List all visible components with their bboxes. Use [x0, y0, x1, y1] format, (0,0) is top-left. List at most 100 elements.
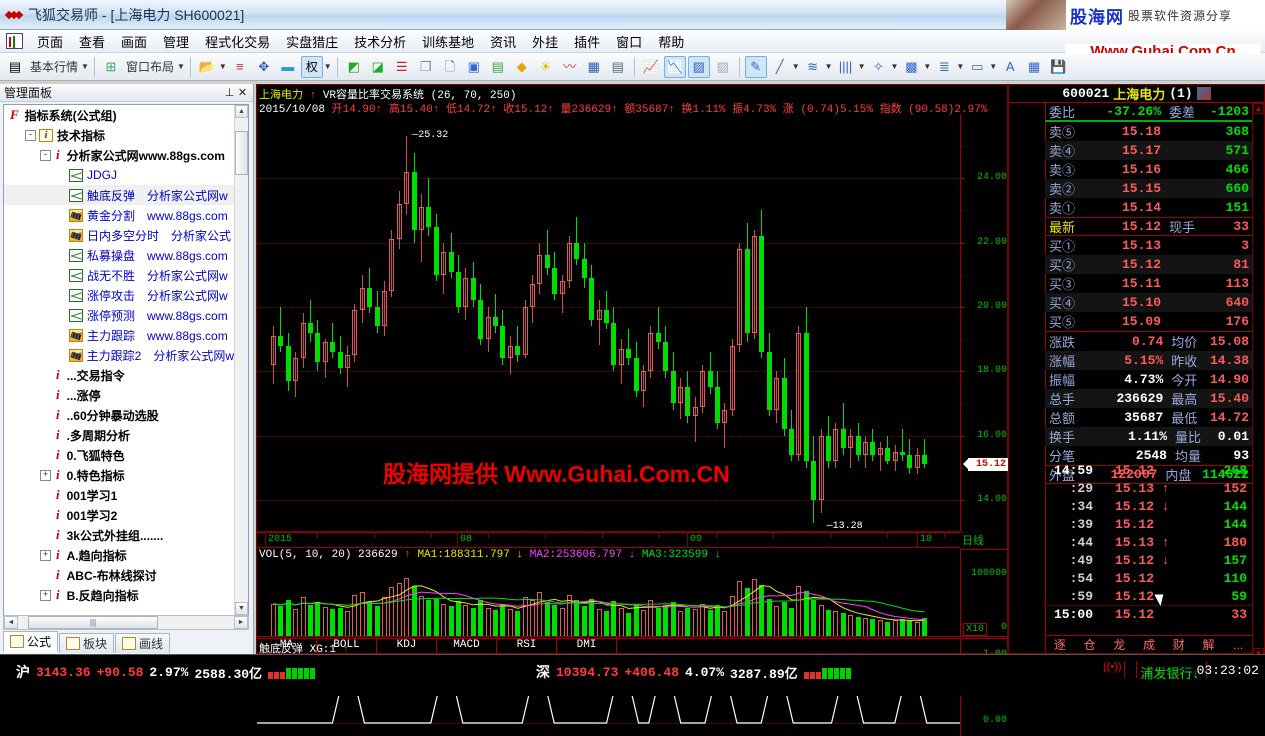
tree-item[interactable]: + i A.趋向指标	[4, 545, 234, 565]
tick-list[interactable]: 14:59 15.12 268:29 15.13 ↑ 152:34 15.12 ↓ 144:…	[1047, 461, 1251, 623]
window-layout-label[interactable]: 窗口布局	[124, 58, 176, 75]
tree-item[interactable]: ⌐i...交易指令	[4, 365, 234, 385]
tree-item[interactable]: - i 技术指标	[4, 125, 234, 145]
tree-item[interactable]: ⌐涨停预测 www.88gs.com	[4, 305, 234, 325]
close-icon[interactable]: ✕	[236, 86, 249, 99]
menu-item-12[interactable]: 帮助	[650, 30, 692, 53]
tree-item[interactable]: ⌐i..60分钟暴动选股	[4, 405, 234, 425]
pin-icon[interactable]: ⊥	[223, 86, 236, 99]
quote-bottom-tab-2[interactable]: 龙	[1104, 636, 1134, 653]
tree-item[interactable]: ⌐iABC-布林线探讨	[4, 565, 234, 585]
file-icon[interactable]: 🗋	[439, 56, 461, 78]
text-tool-icon[interactable]: A	[999, 56, 1021, 78]
indicator-tab-MACD[interactable]: MACD	[437, 637, 497, 653]
levels-chevron-down-icon[interactable]: ▼	[825, 62, 833, 71]
menu-item-8[interactable]: 资讯	[482, 30, 524, 53]
open-folder-icon[interactable]: 📂	[196, 56, 218, 78]
window-layout-icon[interactable]: ⊞	[100, 56, 122, 78]
vertical-lines-icon[interactable]: ||||	[835, 56, 857, 78]
levels-tool-icon[interactable]: ≋	[802, 56, 824, 78]
tree-item[interactable]: ⌐JDGJ	[4, 165, 234, 185]
rect-chevron-down-icon[interactable]: ▼	[989, 62, 997, 71]
window-layout-chevron-down-icon[interactable]: ▼	[177, 62, 185, 71]
scroll-thumb[interactable]	[235, 131, 248, 175]
line-tool-icon[interactable]: ╱	[769, 56, 791, 78]
tree-expander-icon[interactable]: +	[40, 589, 51, 601]
card-icon[interactable]: ▤	[487, 56, 509, 78]
quote-bottom-tab-0[interactable]: 逐	[1045, 636, 1075, 653]
menu-item-3[interactable]: 管理	[155, 30, 197, 53]
warning-icon[interactable]: ◆	[511, 56, 533, 78]
fan-chevron-down-icon[interactable]: ▼	[890, 62, 898, 71]
quote-view-label[interactable]: 基本行情	[28, 58, 80, 75]
tree-item[interactable]: ⌐i3k公式外挂组.......	[4, 525, 234, 545]
hscroll-right-arrow-icon[interactable]: ►	[234, 616, 248, 629]
parallel-lines-icon[interactable]: ≣	[933, 56, 955, 78]
tree-expander-icon[interactable]: -	[40, 149, 51, 161]
quote-bottom-tab-6[interactable]: ...	[1223, 638, 1253, 652]
tree-item[interactable]: ⌐i001学习1	[4, 485, 234, 505]
scroll-down-arrow-icon[interactable]: ▼	[235, 602, 248, 615]
tree-item[interactable]: ⌐i0.飞狐特色	[4, 445, 234, 465]
quote-bottom-tab-3[interactable]: 成	[1134, 636, 1164, 653]
tree-item[interactable]: ⌐私募操盘 www.88gs.com	[4, 245, 234, 265]
chart-red-icon[interactable]: ▣	[463, 56, 485, 78]
menu-item-5[interactable]: 实盘猎庄	[278, 30, 346, 53]
chart-type2-icon[interactable]: ▨	[687, 55, 710, 78]
quote-bottom-tab-1[interactable]: 仓	[1075, 636, 1105, 653]
weight-button[interactable]: 权	[300, 55, 323, 78]
move-cross-icon[interactable]: ✥	[253, 56, 275, 78]
tree-item[interactable]: ⌐涨停攻击 分析家公式网w	[4, 285, 234, 305]
tree-expander-icon[interactable]: -	[25, 129, 36, 141]
quote-view-icon[interactable]: ▤	[4, 56, 26, 78]
rect-tool-icon[interactable]: ▭	[966, 56, 988, 78]
quote-scrollbar[interactable]: ▲ ▼	[1252, 103, 1264, 659]
tree-item[interactable]: ⌐i...涨停	[4, 385, 234, 405]
indicator-tab-KDJ[interactable]: KDJ	[377, 637, 437, 653]
indicator-tab-RSI[interactable]: RSI	[497, 637, 557, 653]
menu-item-1[interactable]: 查看	[71, 30, 113, 53]
table2-icon[interactable]: ▦	[1023, 56, 1045, 78]
weight-chevron-down-icon[interactable]: ▼	[324, 62, 332, 71]
tree-item[interactable]: F 指标系统(公式组)	[4, 105, 234, 125]
edit-list-icon[interactable]: ≡	[229, 56, 251, 78]
copy-icon[interactable]: ❐	[415, 56, 437, 78]
tree-item[interactable]: ⌐i001学习2	[4, 505, 234, 525]
line-chevron-down-icon[interactable]: ▼	[792, 62, 800, 71]
panel-tab-1[interactable]: 板块	[59, 633, 115, 653]
green-chart-icon[interactable]: ◩	[343, 56, 365, 78]
tree-expander-icon[interactable]: +	[40, 549, 51, 561]
indicator-tree[interactable]: F指标系统(公式组)-i技术指标-i分析家公式网www.88gs.com⌐JDG…	[3, 104, 249, 616]
menu-item-4[interactable]: 程式化交易	[197, 30, 278, 53]
menu-item-2[interactable]: 画面	[113, 30, 155, 53]
chart-line-icon[interactable]: 📈	[640, 56, 662, 78]
green-chart-delete-icon[interactable]: ◪	[367, 56, 389, 78]
grid-lines-icon[interactable]: ▩	[900, 56, 922, 78]
save-icon[interactable]: 💾	[1047, 56, 1069, 78]
indicator-tab-DMI[interactable]: DMI	[557, 637, 617, 653]
panel-tab-0[interactable]: 公式	[3, 631, 59, 653]
scroll-up-arrow-icon[interactable]: ▲	[235, 105, 248, 118]
menu-item-0[interactable]: 页面	[29, 30, 71, 53]
sun-icon[interactable]: ☀	[535, 56, 557, 78]
tree-expander-icon[interactable]: +	[40, 469, 51, 481]
volume-chart[interactable]	[257, 549, 960, 637]
quote-view-chevron-down-icon[interactable]: ▼	[81, 62, 89, 71]
tree-horizontal-scrollbar[interactable]: ◄ ||| ►	[3, 615, 249, 630]
fan-lines-icon[interactable]: ✧	[867, 56, 889, 78]
menu-item-9[interactable]: 外挂	[524, 30, 566, 53]
tree-item[interactable]: ⌐战无不胜 分析家公式网w	[4, 265, 234, 285]
tree-item[interactable]: + i 0.特色指标	[4, 465, 234, 485]
table-icon[interactable]: ▦	[583, 56, 605, 78]
grid-chevron-down-icon[interactable]: ▼	[923, 62, 931, 71]
tree-item[interactable]: - i 分析家公式网www.88gs.com	[4, 145, 234, 165]
chart-disabled-icon[interactable]: ▨	[712, 56, 734, 78]
tree-item[interactable]: ⌐主力跟踪2 分析家公式网w	[4, 345, 234, 365]
quote-bottom-tab-4[interactable]: 财	[1164, 636, 1194, 653]
tree-item[interactable]: ⌐触底反弹 分析家公式网w	[4, 185, 234, 205]
tree-item[interactable]: ⌐黄金分割 www.88gs.com	[4, 205, 234, 225]
list-icon[interactable]: ▤	[607, 56, 629, 78]
open-chevron-down-icon[interactable]: ▼	[219, 62, 227, 71]
quote-scroll-up-icon[interactable]: ▲	[1253, 103, 1264, 114]
hscroll-thumb[interactable]: |||	[28, 616, 158, 629]
